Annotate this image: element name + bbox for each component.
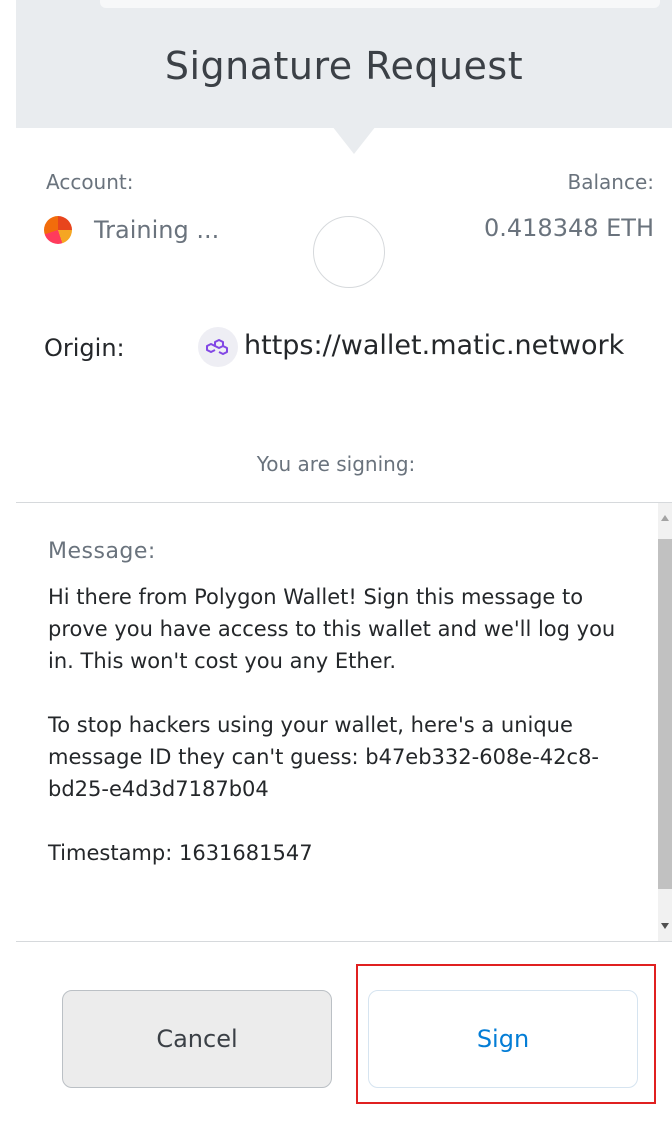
header-banner: Signature Request xyxy=(16,0,672,128)
signing-label: You are signing: xyxy=(256,452,416,476)
message-body: Hi there from Polygon Wallet! Sign this … xyxy=(48,585,616,865)
account-identicon xyxy=(44,216,72,244)
scroll-up-arrow-icon[interactable] xyxy=(661,515,669,521)
balance-value: 0.418348 ETH xyxy=(483,214,654,242)
site-avatar xyxy=(313,216,385,288)
origin-label: Origin: xyxy=(44,334,125,362)
origin-url: https://wallet.matic.network xyxy=(244,330,625,361)
header-notch xyxy=(332,126,376,154)
page-title: Signature Request xyxy=(164,44,524,88)
account-selector: Training ... xyxy=(44,216,219,244)
scrollbar-thumb[interactable] xyxy=(658,539,672,889)
balance-label: Balance: xyxy=(567,170,654,194)
polygon-icon xyxy=(198,327,238,367)
cancel-button[interactable]: Cancel xyxy=(62,990,332,1088)
message-panel[interactable]: Message: Hi there from Polygon Wallet! S… xyxy=(16,502,672,942)
account-label: Account: xyxy=(46,170,134,194)
account-name: Training ... xyxy=(94,216,220,244)
scroll-down-arrow-icon[interactable] xyxy=(661,923,669,929)
message-label: Message: xyxy=(48,539,156,564)
sign-button-highlight xyxy=(356,964,656,1104)
